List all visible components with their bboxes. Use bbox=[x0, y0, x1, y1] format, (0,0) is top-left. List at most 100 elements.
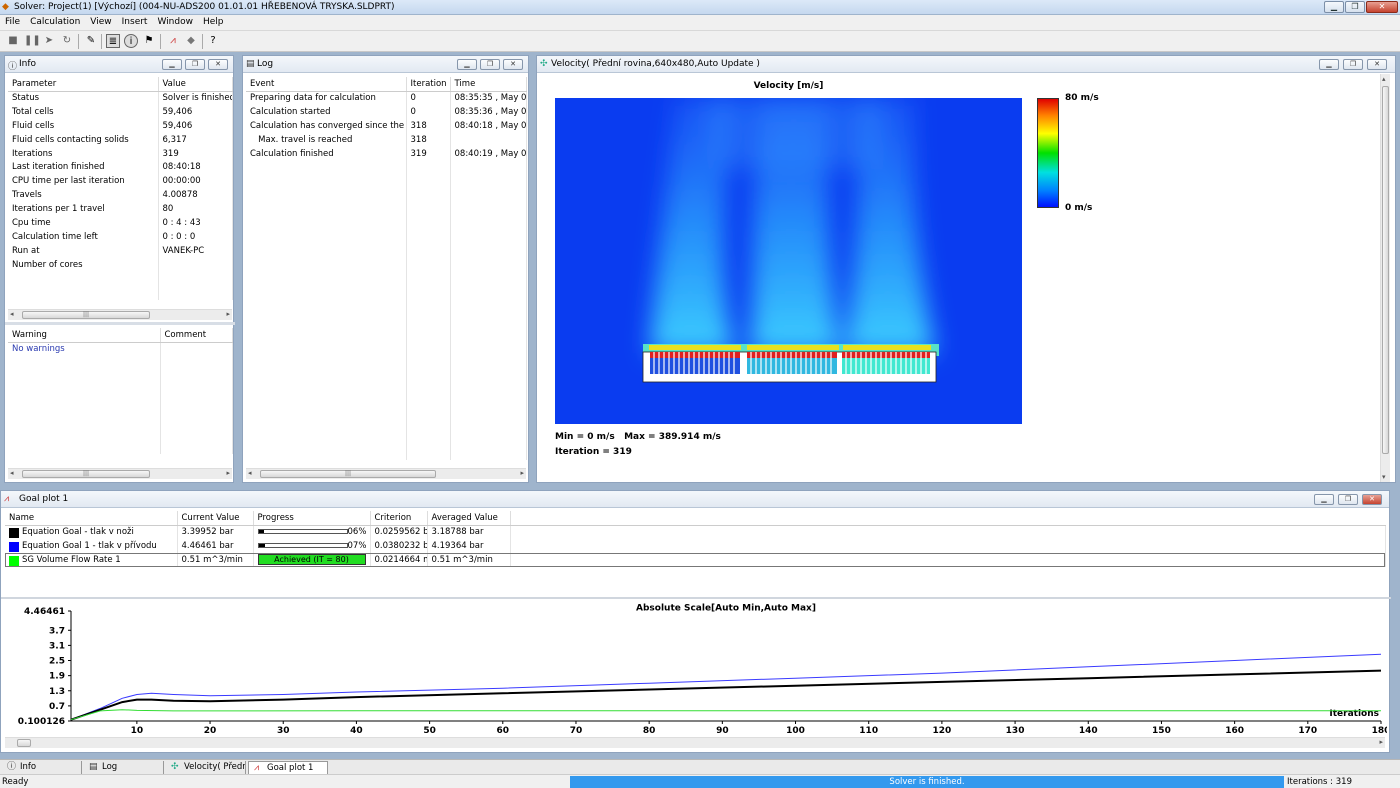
table-row: Number of cores bbox=[8, 257, 233, 272]
solver-progress-bar: Solver is finished. bbox=[570, 776, 1284, 788]
x-tick-label: 50 bbox=[423, 726, 436, 736]
info-toggle-icon[interactable]: i bbox=[124, 34, 138, 48]
goal-restore-button[interactable]: ❐ bbox=[1338, 494, 1358, 505]
x-tick-label: 120 bbox=[932, 726, 951, 736]
app-icon: ◆ bbox=[2, 2, 9, 12]
col-warning[interactable]: Warning bbox=[8, 328, 161, 343]
x-tick-label: 80 bbox=[643, 726, 656, 736]
flag-icon[interactable]: ⚑ bbox=[142, 34, 156, 48]
goal-minimize-button[interactable]: ▁ bbox=[1314, 494, 1334, 505]
info-icon: ⓘ bbox=[7, 762, 17, 772]
goal-close-button[interactable]: ✕ bbox=[1362, 494, 1382, 505]
col-event[interactable]: Event bbox=[246, 77, 407, 92]
window-tab-bar: ⓘInfo ▤Log ✣Velocity( Přední ( ⩘Goal plo… bbox=[0, 759, 1400, 774]
info-icon: ⓘ bbox=[8, 62, 18, 72]
help-icon[interactable]: ? bbox=[206, 34, 220, 48]
info-minimize-button[interactable]: ▁ bbox=[162, 59, 182, 70]
log-panel: ▤ Log ▁ ❐ ✕ Event Iteration Time Preparing… bbox=[242, 55, 529, 483]
warning-hscroll[interactable]: ◂ ||| ▸ bbox=[8, 468, 232, 479]
goal-plot-icon[interactable]: ⩘ bbox=[166, 34, 180, 48]
col-name[interactable]: Name bbox=[5, 511, 178, 526]
log-table: Event Iteration Time Preparing data for ca… bbox=[246, 77, 527, 461]
log-toggle-icon[interactable]: ≣ bbox=[106, 34, 120, 48]
status-bar: Ready Solver is finished. Iterations : 3… bbox=[0, 774, 1400, 788]
velocity-close-button[interactable]: ✕ bbox=[1367, 59, 1387, 70]
progress-achieved-badge: Achieved (IT = 80) bbox=[257, 554, 366, 566]
x-tick-label: 100 bbox=[786, 726, 805, 736]
table-row: Fluid cells contacting solids 6,317 bbox=[8, 132, 233, 147]
maximize-button[interactable]: ❐ bbox=[1345, 1, 1365, 13]
table-row: Iterations per 1 travel 80 bbox=[8, 202, 233, 217]
tab-log[interactable]: ▤ Log bbox=[84, 761, 164, 774]
series-swatch bbox=[9, 555, 19, 566]
velocity-vscroll[interactable]: ▴ ▾ bbox=[1380, 74, 1390, 482]
menu-view[interactable]: View bbox=[85, 15, 116, 27]
log-hscroll[interactable]: ◂ ||| ▸ bbox=[246, 468, 526, 479]
minimize-button[interactable]: ▁ bbox=[1324, 1, 1344, 13]
step-icon[interactable]: ➤ bbox=[42, 34, 56, 48]
x-tick-label: 60 bbox=[497, 726, 510, 736]
menu-calculation[interactable]: Calculation bbox=[25, 15, 85, 27]
preview-icon[interactable]: ◆ bbox=[184, 34, 198, 48]
close-button[interactable]: ✕ bbox=[1366, 1, 1398, 13]
y-tick-label: 3.1 bbox=[49, 641, 65, 651]
info-restore-button[interactable]: ❐ bbox=[185, 59, 205, 70]
col-criterion[interactable]: Criterion bbox=[370, 511, 428, 526]
table-row: Calculation finished 319 08:40:19 , May 03 bbox=[246, 146, 527, 161]
log-restore-button[interactable]: ❐ bbox=[480, 59, 500, 70]
table-row: Last iteration finished 08:40:18 bbox=[8, 160, 233, 175]
log-minimize-button[interactable]: ▁ bbox=[457, 59, 477, 70]
info-hscroll[interactable]: ◂ ||| ▸ bbox=[8, 309, 232, 320]
table-row: Calculation started 0 08:35:36 , May 03 bbox=[246, 104, 527, 119]
series-line-2 bbox=[70, 709, 1381, 721]
menu-insert[interactable]: Insert bbox=[117, 15, 153, 27]
col-averaged-value[interactable]: Averaged Value bbox=[427, 511, 511, 526]
series-swatch bbox=[9, 541, 19, 552]
table-row: Status Solver is finished. bbox=[8, 91, 233, 105]
x-tick-label: 160 bbox=[1225, 726, 1244, 736]
x-tick-label: 90 bbox=[716, 726, 729, 736]
pause-icon[interactable]: ❚❚ bbox=[24, 34, 41, 48]
x-tick-label: 10 bbox=[131, 726, 144, 736]
x-tick-label: 70 bbox=[570, 726, 583, 736]
table-row: CPU time per last iteration 00:00:00 bbox=[8, 174, 233, 189]
velocity-minimize-button[interactable]: ▁ bbox=[1319, 59, 1339, 70]
col-parameter[interactable]: Parameter bbox=[8, 77, 159, 92]
info-close-button[interactable]: ✕ bbox=[208, 59, 228, 70]
y-tick-label: 1.9 bbox=[49, 672, 65, 682]
x-tick-label: 130 bbox=[1006, 726, 1025, 736]
refresh-icon[interactable]: ↻ bbox=[60, 34, 74, 48]
col-current-value[interactable]: Current Value bbox=[177, 511, 254, 526]
table-row[interactable]: SG Volume Flow Rate 1 0.51 m^3/min Achie… bbox=[5, 552, 1386, 567]
menu-help[interactable]: Help bbox=[198, 15, 229, 27]
table-row[interactable]: Equation Goal 1 - tlak v přívodu 4.46461… bbox=[5, 538, 1386, 553]
tab-velocity[interactable]: ✣Velocity( Přední ( bbox=[166, 761, 246, 774]
menu-bar: File Calculation View Insert Window Help bbox=[0, 15, 1400, 31]
col-value[interactable]: Value bbox=[158, 77, 233, 92]
goal-line-chart[interactable]: Absolute Scale[Auto Min,Auto Max] 4.46461… bbox=[5, 601, 1387, 741]
table-row[interactable]: Equation Goal - tlak v noži 3.39952 bar … bbox=[5, 525, 1386, 539]
velocity-panel-title: Velocity( Přední rovina,640x480,Auto Upd… bbox=[551, 59, 760, 69]
goal-hscroll[interactable]: ▸ bbox=[5, 737, 1385, 748]
tab-info[interactable]: ⓘ Info bbox=[2, 761, 82, 774]
menu-file[interactable]: File bbox=[0, 15, 25, 27]
velocity-color-legend bbox=[1037, 98, 1059, 208]
tab-goal-plot[interactable]: ⩘ Goal plot 1 bbox=[248, 761, 328, 774]
stop-icon[interactable]: ■ bbox=[6, 34, 20, 48]
pin-icon[interactable]: ✎ bbox=[84, 34, 98, 48]
goal-panel-title: Goal plot 1 bbox=[19, 494, 69, 504]
no-warnings-text: No warnings bbox=[8, 342, 161, 356]
progress-bar bbox=[257, 542, 348, 548]
velocity-restore-button[interactable]: ❐ bbox=[1343, 59, 1363, 70]
iteration-readout: Iteration = 319 bbox=[555, 447, 632, 457]
info-panel-title: Info bbox=[19, 59, 37, 69]
col-comment[interactable]: Comment bbox=[160, 328, 233, 343]
col-iteration[interactable]: Iteration bbox=[406, 77, 451, 92]
y-tick-label: 4.46461 bbox=[24, 607, 65, 617]
y-tick-label: 2.5 bbox=[49, 657, 65, 667]
velocity-contour-plot[interactable] bbox=[555, 98, 1022, 424]
menu-window[interactable]: Window bbox=[152, 15, 198, 27]
col-time[interactable]: Time bbox=[450, 77, 527, 92]
col-progress[interactable]: Progress bbox=[253, 511, 371, 526]
log-close-button[interactable]: ✕ bbox=[503, 59, 523, 70]
